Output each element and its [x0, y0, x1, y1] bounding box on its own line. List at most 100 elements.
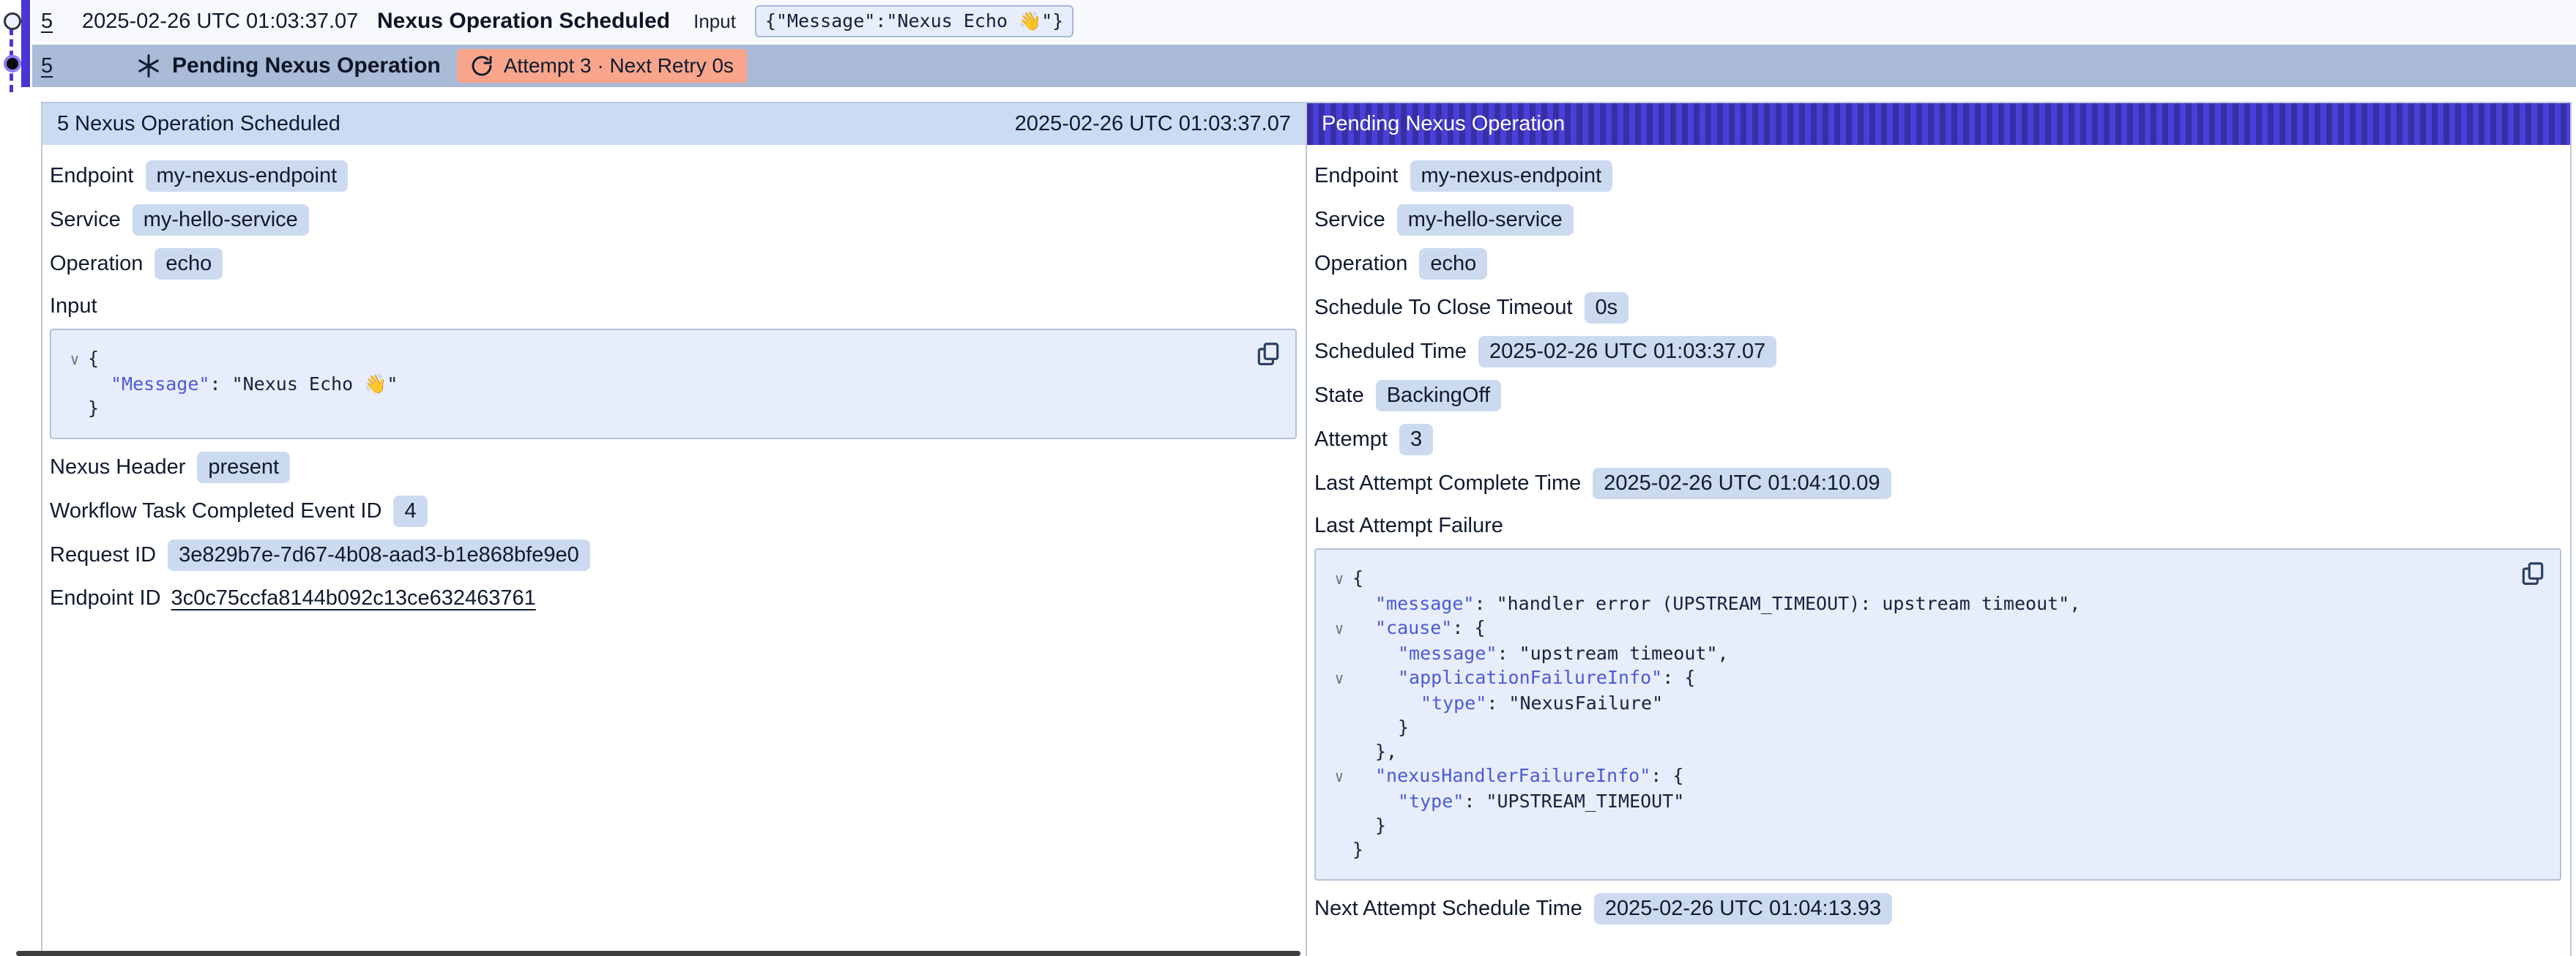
json-line: "type": "UPSTREAM_TIMEOUT" — [1326, 789, 2545, 813]
collapse-chevron-icon[interactable]: ∨ — [62, 348, 88, 372]
field-endpoint: Endpoint my-nexus-endpoint — [50, 160, 1297, 192]
timeline-open-circle-icon — [4, 12, 21, 30]
json-text: { — [88, 348, 99, 369]
json-text: : "handler error (UPSTREAM_TIMEOUT): ups… — [1474, 593, 2080, 614]
event-history-detail: 5 2025-02-26 UTC 01:03:37.07 Nexus Opera… — [0, 0, 2576, 956]
json-key: "message" — [1375, 593, 1474, 614]
json-line: "message": "upstream timeout", — [1326, 641, 2545, 665]
json-line: ∨"cause": { — [1326, 616, 2545, 641]
json-line: } — [1326, 837, 2545, 862]
field-label: Schedule To Close Timeout — [1314, 296, 1573, 320]
json-text: : "Nexus Echo 👋" — [209, 373, 398, 395]
field-request-id: Request ID 3e829b7e-7d67-4b08-aad3-b1e86… — [50, 539, 1297, 571]
field-label: Next Attempt Schedule Time — [1314, 897, 1582, 921]
json-text: : { — [1650, 765, 1683, 786]
event-input-chip[interactable]: {"Message":"Nexus Echo 👋"} — [755, 5, 1073, 37]
json-text: } — [88, 397, 99, 419]
json-line: ∨ "applicationFailureInfo": { — [1326, 665, 2545, 691]
collapse-chevron-icon[interactable]: ∨ — [1326, 567, 1352, 591]
json-key: "cause" — [1375, 617, 1452, 638]
field-value-chip: 3 — [1399, 424, 1433, 455]
event-time: 2025-02-26 UTC 01:03:37.07 — [82, 10, 377, 34]
json-line: } — [1326, 715, 2545, 739]
timeline-current-dot-icon — [4, 55, 21, 72]
field-label: Attempt — [1314, 427, 1388, 452]
field-value-chip: 2025-02-26 UTC 01:04:13.93 — [1594, 893, 1892, 925]
horizontal-scrollbar-thumb[interactable] — [16, 951, 1300, 956]
json-text: { — [1352, 567, 1363, 589]
field-value-chip: my-hello-service — [1397, 204, 1574, 236]
timeline-active-bar — [21, 0, 30, 87]
field-label: State — [1314, 384, 1364, 408]
panel-title: Pending Nexus Operation — [1322, 112, 1565, 136]
field-label: Workflow Task Completed Event ID — [50, 499, 381, 523]
field-value-chip: 0s — [1585, 292, 1629, 324]
field-next-attempt-schedule-time: Next Attempt Schedule Time 2025-02-26 UT… — [1314, 893, 2561, 925]
json-key: "Message" — [111, 373, 209, 395]
panel-pending-header: Pending Nexus Operation — [1307, 103, 2570, 145]
field-label: Endpoint ID — [50, 586, 161, 610]
json-line: }, — [1326, 739, 2545, 763]
json-key: "nexusHandlerFailureInfo" — [1375, 765, 1650, 786]
collapse-chevron-icon[interactable]: ∨ — [1326, 667, 1352, 691]
json-key: "type" — [1398, 791, 1464, 812]
field-label: Nexus Header — [50, 455, 185, 479]
json-line: } — [62, 396, 1281, 420]
collapse-chevron-icon[interactable]: ∨ — [1326, 617, 1352, 641]
field-service: Service my-hello-service — [1314, 204, 2561, 236]
json-line: "type": "NexusFailure" — [1326, 691, 2545, 715]
event-input-label: Input — [693, 10, 736, 33]
field-last-attempt-complete-time: Last Attempt Complete Time 2025-02-26 UT… — [1314, 468, 2561, 499]
json-text: : "NexusFailure" — [1486, 692, 1663, 714]
field-state: State BackingOff — [1314, 380, 2561, 411]
event-title: Nexus Operation Scheduled — [377, 9, 670, 34]
field-operation: Operation echo — [50, 248, 1297, 280]
field-value-chip: echo — [1419, 248, 1487, 280]
json-text: }, — [1375, 741, 1397, 762]
json-text: : "UPSTREAM_TIMEOUT" — [1464, 791, 1684, 812]
json-key: "message" — [1398, 643, 1497, 664]
field-endpoint: Endpoint my-nexus-endpoint — [1314, 160, 2561, 192]
json-line: ∨{ — [1326, 566, 2545, 591]
field-operation: Operation echo — [1314, 248, 2561, 280]
event-row-scheduled[interactable]: 5 2025-02-26 UTC 01:03:37.07 Nexus Opera… — [32, 0, 2576, 42]
collapse-chevron-icon[interactable]: ∨ — [1326, 765, 1352, 789]
field-value-chip: 2025-02-26 UTC 01:04:10.09 — [1593, 468, 1891, 499]
input-json-viewer: ∨{ "Message": "Nexus Echo 👋"} — [50, 329, 1297, 439]
field-value-chip: my-nexus-endpoint — [1410, 160, 1613, 192]
field-label: Service — [50, 208, 121, 232]
field-value-chip: 2025-02-26 UTC 01:03:37.07 — [1478, 336, 1776, 367]
event-id-link[interactable]: 5 — [41, 10, 73, 34]
state-badge: BackingOff — [1376, 380, 1501, 411]
json-line: } — [1326, 813, 2545, 837]
field-label: Last Attempt Complete Time — [1314, 471, 1581, 496]
field-value-chip: echo — [155, 248, 223, 280]
json-key: "applicationFailureInfo" — [1398, 667, 1662, 688]
json-text: } — [1398, 717, 1409, 738]
copy-button[interactable] — [1254, 340, 1282, 368]
field-label: Request ID — [50, 543, 156, 567]
field-label: Operation — [1314, 252, 1407, 276]
event-title: Pending Nexus Operation — [172, 53, 441, 78]
copy-button[interactable] — [2519, 560, 2547, 588]
field-label: Endpoint — [50, 164, 134, 188]
field-service: Service my-hello-service — [50, 204, 1297, 236]
field-attempt: Attempt 3 — [1314, 424, 2561, 455]
endpoint-id-link[interactable]: 3c0c75ccfa8144b092c13ce632463761 — [171, 586, 536, 610]
panel-pending: Pending Nexus Operation Endpoint my-nexu… — [1306, 103, 2570, 956]
field-label: Endpoint — [1314, 164, 1399, 188]
field-value-chip: present — [197, 452, 290, 483]
event-row-pending[interactable]: 5 Pending Nexus Operation Attempt 3 · Ne… — [32, 45, 2576, 87]
json-text: : { — [1662, 667, 1695, 688]
json-key: "type" — [1421, 692, 1486, 714]
field-nexus-header: Nexus Header present — [50, 452, 1297, 483]
field-label: Service — [1314, 208, 1385, 232]
copy-icon — [1254, 340, 1282, 368]
json-text: : "upstream timeout", — [1497, 643, 1728, 664]
json-text: } — [1375, 815, 1386, 836]
retry-badge: Attempt 3 · Next Retry 0s — [457, 49, 747, 83]
copy-icon — [2519, 560, 2547, 588]
panel-title: 5 Nexus Operation Scheduled — [57, 112, 340, 136]
panel-scheduled-header: 5 Nexus Operation Scheduled 2025-02-26 U… — [42, 103, 1306, 145]
event-id-link[interactable]: 5 — [41, 54, 73, 78]
